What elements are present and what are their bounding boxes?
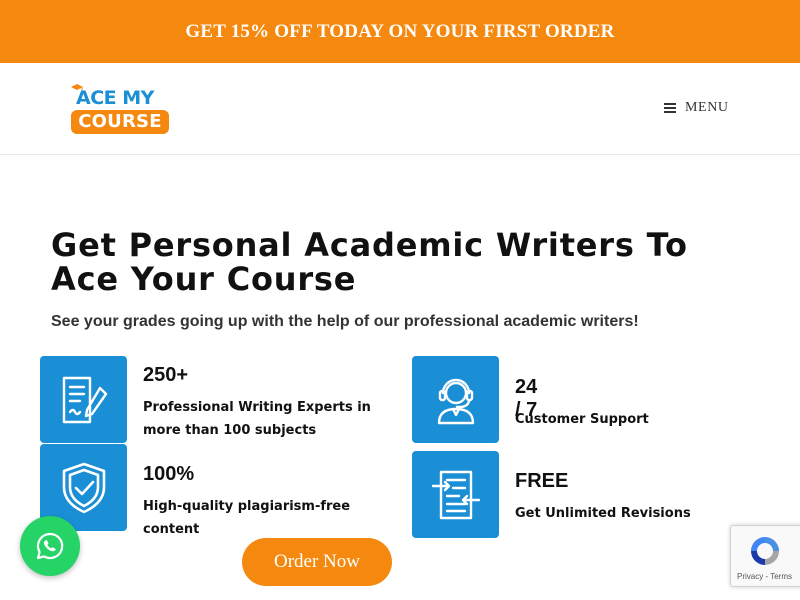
privacy-link[interactable]: Privacy [737,572,763,581]
promo-banner: GET 15% OFF TODAY ON YOUR FIRST ORDER [0,0,800,63]
feature-title: FREE [515,470,569,492]
site-logo[interactable]: ACE MY COURSE [70,83,170,137]
hamburger-icon [664,103,676,113]
order-now-button[interactable]: Order Now [242,538,392,586]
feature-title: 100% [143,463,195,485]
promo-text: GET 15% OFF TODAY ON YOUR FIRST ORDER [185,20,615,42]
feature-title: 250+ [143,364,189,386]
separator: - [765,572,769,581]
whatsapp-chat-button[interactable] [20,516,80,576]
support-agent-icon [412,356,499,443]
recaptcha-icon [751,537,779,565]
menu-label: MENU [685,100,729,115]
logo-text-bottom: COURSE [71,110,169,134]
whatsapp-icon [36,532,64,560]
feature-desc: Professional Writing Experts in more tha… [143,400,371,438]
hero-subtitle: See your grades going up with the help o… [51,313,639,330]
terms-link[interactable]: Terms [770,572,792,581]
feature-desc: Customer Support [515,412,649,427]
feature-desc: High-quality plagiarism-free content [143,499,351,537]
logo-text-top: ACE MY [76,87,154,109]
feature-desc: Get Unlimited Revisions [515,506,691,521]
menu-button[interactable]: MENU [664,100,729,116]
page-title: Get Personal Academic Writers To Ace You… [51,226,688,298]
document-pen-icon [40,356,127,443]
recaptcha-badge[interactable]: Privacy - Terms [730,525,800,587]
revision-document-icon [412,451,499,538]
recaptcha-links: Privacy - Terms [737,572,792,581]
